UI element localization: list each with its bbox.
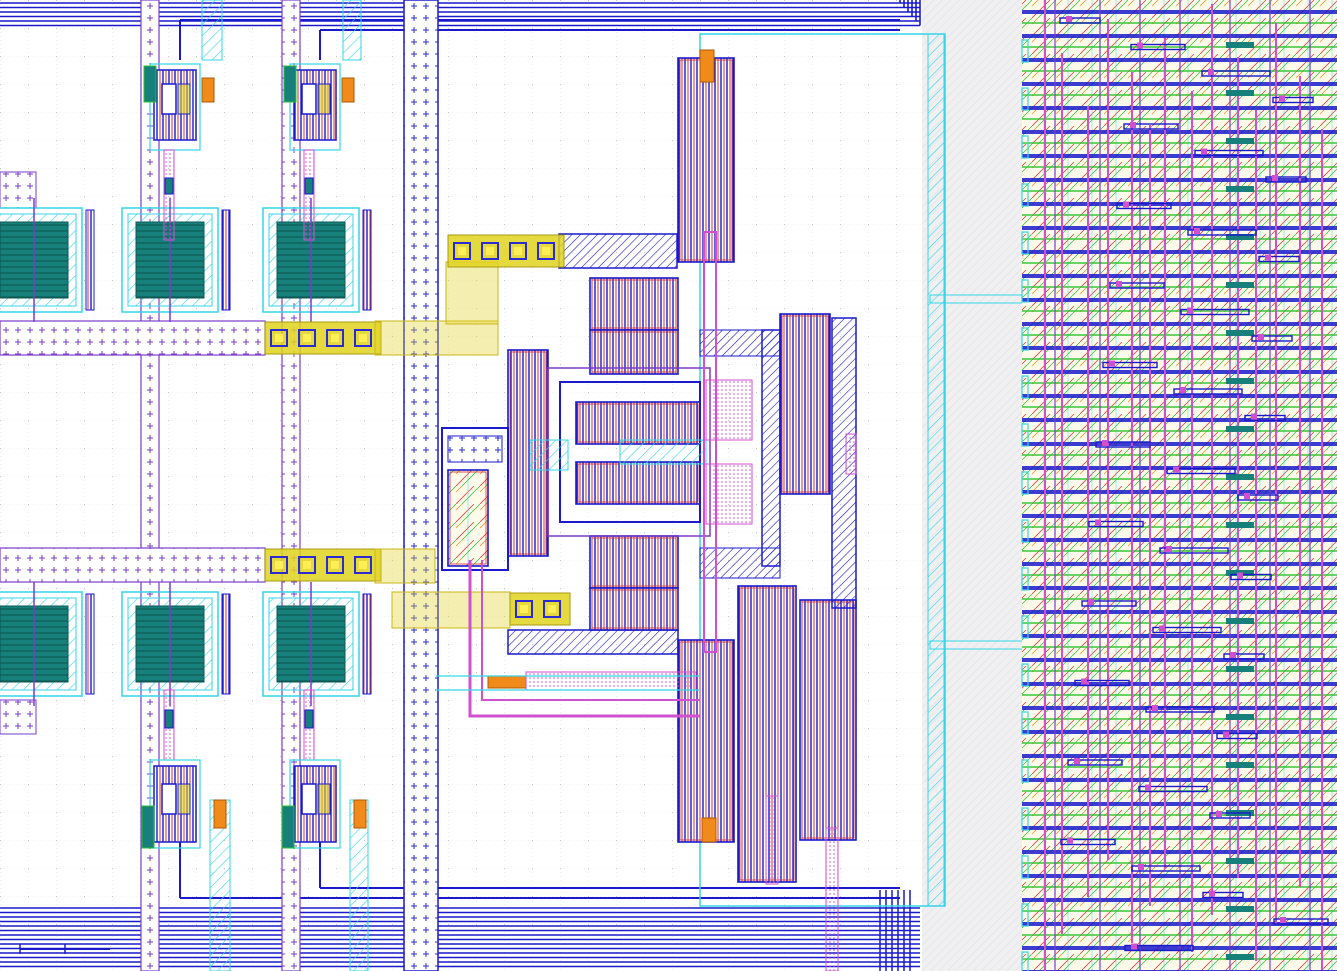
transistor: [677, 639, 735, 843]
via: [1194, 228, 1200, 234]
cell-tap: [1226, 426, 1254, 432]
via: [1116, 281, 1122, 287]
via: [1180, 387, 1186, 393]
signal-route: [765, 795, 779, 885]
via: [1244, 493, 1250, 499]
contact-cut: [487, 675, 527, 689]
diffusion: [619, 439, 707, 465]
cell-tap: [1226, 666, 1254, 672]
via-array: [705, 463, 753, 525]
via: [1216, 811, 1222, 817]
via: [1131, 943, 1137, 950]
transistor: [799, 599, 857, 841]
contact-pad-row: [447, 234, 565, 268]
via: [1145, 784, 1151, 791]
contact-pad-row: [264, 321, 382, 355]
metal-strap: [558, 233, 678, 269]
cell-tap: [1226, 138, 1254, 144]
via: [1066, 16, 1072, 22]
via: [1166, 546, 1172, 552]
right-digital-block[interactable]: [1021, 0, 1337, 971]
via: [1280, 917, 1286, 923]
via: [1272, 175, 1278, 181]
via: [1067, 837, 1073, 844]
via: [1201, 148, 1207, 155]
via: [1265, 254, 1271, 261]
via: [1208, 69, 1214, 75]
cell-tap: [1226, 714, 1254, 720]
cell-tap: [1226, 522, 1254, 528]
via: [1109, 360, 1115, 367]
via: [1258, 334, 1264, 340]
cell-tap: [1226, 762, 1254, 768]
transistor: [575, 461, 701, 505]
contact-cut: [701, 817, 717, 843]
via: [1159, 625, 1165, 632]
cell-tap: [1226, 906, 1254, 912]
via: [1102, 440, 1108, 446]
cell-tap: [1226, 858, 1254, 864]
via: [1187, 307, 1193, 314]
via: [1081, 678, 1087, 685]
cell-tap: [1226, 186, 1254, 192]
via: [1279, 95, 1285, 102]
metal-strap: [699, 329, 781, 357]
via: [1088, 599, 1094, 605]
pad-route: [374, 548, 436, 584]
layout-drawing[interactable]: [0, 0, 1337, 971]
cell-tap: [1226, 282, 1254, 288]
cell-tap: [1226, 474, 1254, 480]
cell-tap: [1226, 618, 1254, 624]
transistor: [779, 313, 831, 495]
transistor: [589, 535, 679, 589]
transistor: [447, 469, 489, 567]
via: [1123, 201, 1129, 208]
contact-cut: [699, 49, 715, 83]
contact-pad-row: [264, 548, 382, 582]
cell-tap: [1226, 330, 1254, 336]
signal-route: [845, 433, 857, 475]
sub-cell-tap: [447, 435, 503, 463]
layout-canvas[interactable]: [0, 0, 1337, 971]
signal-route: [825, 827, 839, 971]
signal-route: [525, 671, 697, 691]
pad-route: [445, 261, 499, 325]
transistor: [589, 587, 679, 631]
metal-strap: [507, 629, 679, 655]
diffusion: [529, 439, 569, 471]
pad-route: [391, 591, 511, 629]
contact-pad-row: [509, 592, 571, 626]
via: [1173, 466, 1179, 473]
via: [1223, 731, 1229, 738]
cell-tap: [1226, 954, 1254, 960]
via: [1230, 652, 1236, 658]
cell-tap: [1226, 378, 1254, 384]
pad-route: [374, 320, 499, 356]
via: [1209, 890, 1215, 897]
via: [1251, 413, 1257, 420]
metal-strap: [699, 547, 781, 579]
cell-tap: [1226, 90, 1254, 96]
via: [1137, 42, 1143, 49]
via: [1138, 864, 1144, 870]
metal-strap: [761, 329, 781, 567]
via-array: [705, 379, 753, 441]
via: [1130, 122, 1136, 128]
via: [1074, 758, 1080, 764]
transistor: [575, 401, 701, 445]
via: [1152, 705, 1158, 711]
via: [1095, 519, 1101, 526]
cell-tap: [1226, 42, 1254, 48]
transistor: [589, 277, 679, 331]
via: [1237, 572, 1243, 579]
